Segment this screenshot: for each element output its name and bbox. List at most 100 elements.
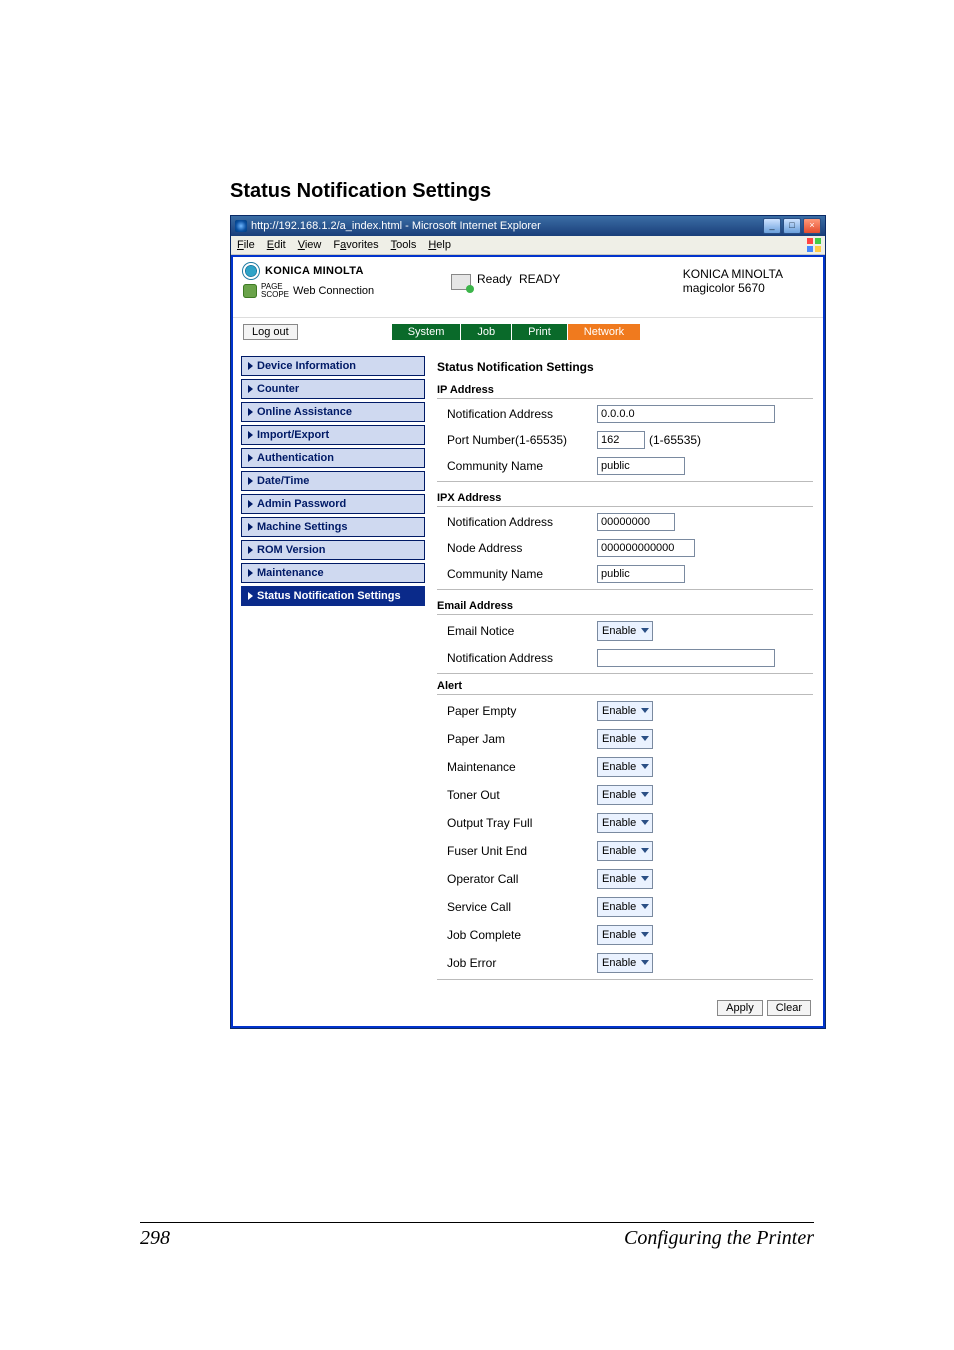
nav-label: Machine Settings (257, 521, 347, 533)
nav-maintenance[interactable]: Maintenance (241, 563, 425, 583)
maximize-button[interactable]: □ (783, 218, 801, 234)
nav-counter[interactable]: Counter (241, 379, 425, 399)
chevron-right-icon (248, 523, 253, 531)
nav-label: Import/Export (257, 429, 329, 441)
chevron-right-icon (248, 408, 253, 416)
ipx-node-input[interactable] (597, 539, 695, 557)
browser-window: http://192.168.1.2/a_index.html - Micros… (230, 215, 826, 1029)
email-notice-select[interactable]: Enable (597, 621, 653, 641)
alert-label: Service Call (447, 900, 597, 914)
alert-label: Maintenance (447, 760, 597, 774)
page-number: 298 (140, 1227, 170, 1250)
chevron-right-icon (248, 569, 253, 577)
nav-label: Maintenance (257, 567, 324, 579)
status-ready-big: READY (519, 272, 560, 286)
menu-edit[interactable]: Edit (267, 239, 286, 251)
device-name-line1: KONICA MINOLTA (683, 267, 783, 281)
chevron-right-icon (248, 362, 253, 370)
section-title: Status Notification Settings (230, 180, 814, 203)
tab-job[interactable]: Job (461, 324, 511, 340)
settings-panel: Status Notification Settings IP Address … (433, 350, 823, 992)
alert-select[interactable]: Enable (597, 841, 653, 861)
nav-rom-version[interactable]: ROM Version (241, 540, 425, 560)
nav-label: Authentication (257, 452, 334, 464)
alert-row: Job ErrorEnable (437, 949, 813, 977)
nav-label: Date/Time (257, 475, 309, 487)
window-title: http://192.168.1.2/a_index.html - Micros… (251, 220, 541, 232)
apply-button[interactable]: Apply (717, 1000, 763, 1016)
menu-bar: File Edit View Favorites Tools Help (231, 236, 825, 255)
ip-community-label: Community Name (447, 459, 597, 473)
alert-select[interactable]: Enable (597, 869, 653, 889)
nav-date-time[interactable]: Date/Time (241, 471, 425, 491)
ipx-community-label: Community Name (447, 567, 597, 581)
chevron-right-icon (248, 592, 253, 600)
nav-admin-password[interactable]: Admin Password (241, 494, 425, 514)
ip-port-input[interactable] (597, 431, 645, 449)
pagescope-label: Web Connection (293, 285, 374, 297)
alert-label: Toner Out (447, 788, 597, 802)
alert-row: MaintenanceEnable (437, 753, 813, 781)
alert-row: Paper EmptyEnable (437, 697, 813, 725)
alert-select[interactable]: Enable (597, 757, 653, 777)
alert-select[interactable]: Enable (597, 813, 653, 833)
menu-help[interactable]: Help (428, 239, 451, 251)
alert-select[interactable]: Enable (597, 729, 653, 749)
alert-select[interactable]: Enable (597, 925, 653, 945)
nav-label: Online Assistance (257, 406, 352, 418)
ipx-node-label: Node Address (447, 541, 597, 555)
group-alert: Alert (437, 680, 813, 692)
konica-logo-icon (243, 263, 259, 279)
close-button[interactable]: × (803, 218, 821, 234)
main-tabs: System Job Print Network (392, 324, 641, 340)
pagescope-small: PAGESCOPE (261, 283, 289, 299)
ip-notif-addr-input[interactable] (597, 405, 775, 423)
group-email-address: Email Address (437, 600, 813, 612)
menu-view[interactable]: View (298, 239, 322, 251)
title-bar: http://192.168.1.2/a_index.html - Micros… (231, 216, 825, 236)
nav-import-export[interactable]: Import/Export (241, 425, 425, 445)
alert-select[interactable]: Enable (597, 701, 653, 721)
email-addr-input[interactable] (597, 649, 775, 667)
alert-label: Job Complete (447, 928, 597, 942)
ipx-notif-addr-label: Notification Address (447, 515, 597, 529)
ipx-community-input[interactable] (597, 565, 685, 583)
alert-row: Output Tray FullEnable (437, 809, 813, 837)
nav-status-notification-settings[interactable]: Status Notification Settings (241, 586, 425, 606)
panel-title: Status Notification Settings (437, 360, 813, 374)
printer-status-icon (451, 274, 471, 290)
menu-tools[interactable]: Tools (391, 239, 417, 251)
minimize-button[interactable]: _ (763, 218, 781, 234)
clear-button[interactable]: Clear (767, 1000, 811, 1016)
nav-authentication[interactable]: Authentication (241, 448, 425, 468)
email-notice-label: Email Notice (447, 624, 597, 638)
nav-machine-settings[interactable]: Machine Settings (241, 517, 425, 537)
alert-select[interactable]: Enable (597, 897, 653, 917)
tab-print[interactable]: Print (512, 324, 567, 340)
chevron-right-icon (248, 385, 253, 393)
logout-button[interactable]: Log out (243, 324, 298, 340)
menu-favorites[interactable]: Favorites (333, 239, 378, 251)
nav-device-information[interactable]: Device Information (241, 356, 425, 376)
ip-notif-addr-label: Notification Address (447, 407, 597, 421)
brand-text: KONICA MINOLTA (265, 265, 364, 277)
alert-select[interactable]: Enable (597, 953, 653, 973)
nav-label: ROM Version (257, 544, 325, 556)
alert-label: Output Tray Full (447, 816, 597, 830)
tab-network[interactable]: Network (568, 324, 640, 340)
nav-online-assistance[interactable]: Online Assistance (241, 402, 425, 422)
alert-row: Paper JamEnable (437, 725, 813, 753)
alert-row: Toner OutEnable (437, 781, 813, 809)
page-footer: 298 Configuring the Printer (140, 1214, 814, 1250)
alert-select[interactable]: Enable (597, 785, 653, 805)
menu-file[interactable]: File (237, 239, 255, 251)
alert-label: Job Error (447, 956, 597, 970)
ip-community-input[interactable] (597, 457, 685, 475)
alert-row: Fuser Unit EndEnable (437, 837, 813, 865)
group-ip-address: IP Address (437, 384, 813, 396)
tab-system[interactable]: System (392, 324, 461, 340)
nav-label: Counter (257, 383, 299, 395)
email-addr-label: Notification Address (447, 651, 597, 665)
alert-row: Job CompleteEnable (437, 921, 813, 949)
ipx-notif-addr-input[interactable] (597, 513, 675, 531)
